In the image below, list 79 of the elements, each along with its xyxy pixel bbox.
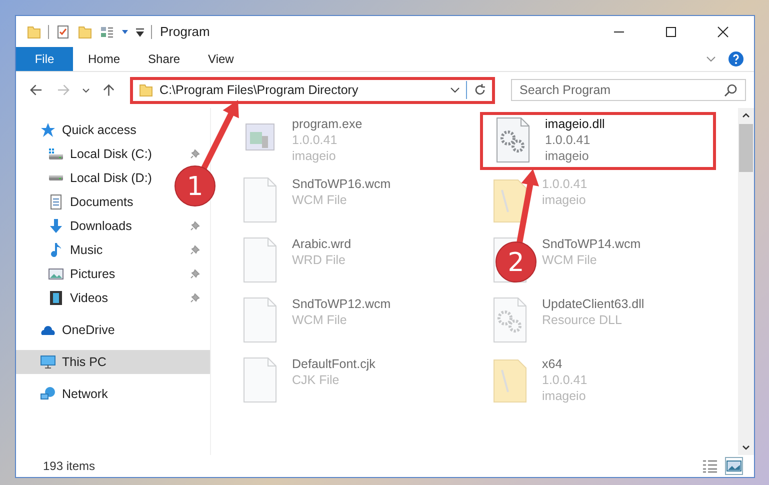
scroll-down-icon[interactable] <box>742 443 750 451</box>
scroll-thumb[interactable] <box>739 124 753 172</box>
ribbon-tab[interactable]: View <box>195 47 247 71</box>
sidebar-item[interactable]: Local Disk (D:) <box>16 166 168 190</box>
file-name: UpdateClient63.dll <box>542 296 644 312</box>
drive-icon <box>48 175 64 181</box>
number-badge: 1 <box>174 166 216 206</box>
system-drive-icon <box>48 147 64 161</box>
recent-caret-icon[interactable] <box>82 86 90 94</box>
scrollbar[interactable] <box>738 108 754 455</box>
address-path: C:\Program Files\Program Directory <box>160 83 360 97</box>
help-icon[interactable] <box>728 51 744 67</box>
file-name: SndToWP14.wcm <box>542 236 641 252</box>
sidebar-item[interactable]: Documents <box>16 190 150 214</box>
file-detail: imageio <box>542 388 587 404</box>
downloads-icon <box>48 218 64 234</box>
annotation-arrow <box>200 100 239 172</box>
file-detail: imageio <box>542 192 587 208</box>
pin-icon[interactable] <box>190 149 200 159</box>
file-detail: WCM File <box>292 192 348 208</box>
search-field[interactable]: Search Program <box>510 79 746 101</box>
file-detail: WCM File <box>542 252 598 268</box>
sidebar-item[interactable]: Local Disk (C:) <box>16 142 210 166</box>
documents-icon <box>48 194 64 210</box>
file-detail: 1.0.0.41 <box>545 132 592 148</box>
file-name: DefaultFont.cjk <box>292 356 376 372</box>
videos-icon <box>48 290 64 306</box>
file-detail: Resource DLL <box>542 312 623 328</box>
sidebar-item[interactable]: Network <box>16 382 210 406</box>
sidebar-item[interactable]: Videos <box>16 286 210 310</box>
window-title: Program <box>160 24 210 39</box>
sidebar-item[interactable]: Quick access <box>16 118 210 142</box>
item-count: 193 items <box>43 459 96 473</box>
pin-icon[interactable] <box>190 245 200 255</box>
chevron-down-icon[interactable] <box>450 85 460 95</box>
ribbon-tab[interactable]: File <box>16 47 73 71</box>
pc-icon <box>40 354 56 370</box>
file-detail: WCM File <box>292 312 348 328</box>
checklist-icon[interactable] <box>55 24 71 40</box>
folder-icon <box>138 82 154 98</box>
sidebar-item[interactable]: OneDrive <box>16 318 210 342</box>
file-detail: 1.0.0.41 <box>292 132 338 148</box>
caret-icon[interactable] <box>121 28 129 36</box>
file-name: x64 <box>542 356 564 372</box>
pin-icon[interactable] <box>190 269 200 279</box>
large-icons-view-icon[interactable] <box>726 458 742 474</box>
close-icon[interactable] <box>717 26 729 38</box>
file-detail: imageio <box>545 148 590 164</box>
file-detail: 1.0.0.41 <box>542 176 588 192</box>
search-icon[interactable] <box>724 83 738 97</box>
sidebar-item[interactable]: Music <box>16 238 210 262</box>
file-detail: WRD File <box>292 252 346 268</box>
file-detail: 1.0.0.41 <box>542 372 588 388</box>
details-view-icon[interactable] <box>702 458 718 474</box>
back-arrow-icon[interactable] <box>29 83 43 97</box>
ribbon-tab[interactable]: Share <box>135 47 194 71</box>
scroll-up-icon[interactable] <box>742 112 750 120</box>
pin-icon[interactable] <box>190 293 200 303</box>
file-detail: imageio <box>292 148 337 164</box>
pictures-icon <box>48 266 64 282</box>
network-icon <box>40 386 56 402</box>
pin-icon[interactable] <box>190 221 200 231</box>
customize-caret-icon[interactable] <box>135 26 145 36</box>
star-icon <box>40 122 56 138</box>
maximize-icon[interactable] <box>665 26 677 38</box>
file-name: SndToWP12.wcm <box>292 296 391 312</box>
file-name: Arabic.wrd <box>292 236 352 252</box>
file-name: SndToWP16.wcm <box>292 176 391 192</box>
sidebar-item[interactable]: This PC <box>16 350 210 374</box>
sidebar-item[interactable]: Pictures <box>16 262 210 286</box>
up-arrow-icon[interactable] <box>102 83 116 97</box>
ribbon-tab[interactable]: Home <box>75 47 134 71</box>
number-badge: 2 <box>496 242 536 282</box>
sidebar-item[interactable]: Downloads <box>16 214 210 238</box>
file-name: imageio.dll <box>545 116 605 132</box>
address-bar[interactable]: C:\Program Files\Program Directory <box>130 76 495 104</box>
file-detail: CJK File <box>292 372 340 388</box>
refresh-icon[interactable] <box>472 83 487 97</box>
file-name: program.exe <box>292 116 362 132</box>
